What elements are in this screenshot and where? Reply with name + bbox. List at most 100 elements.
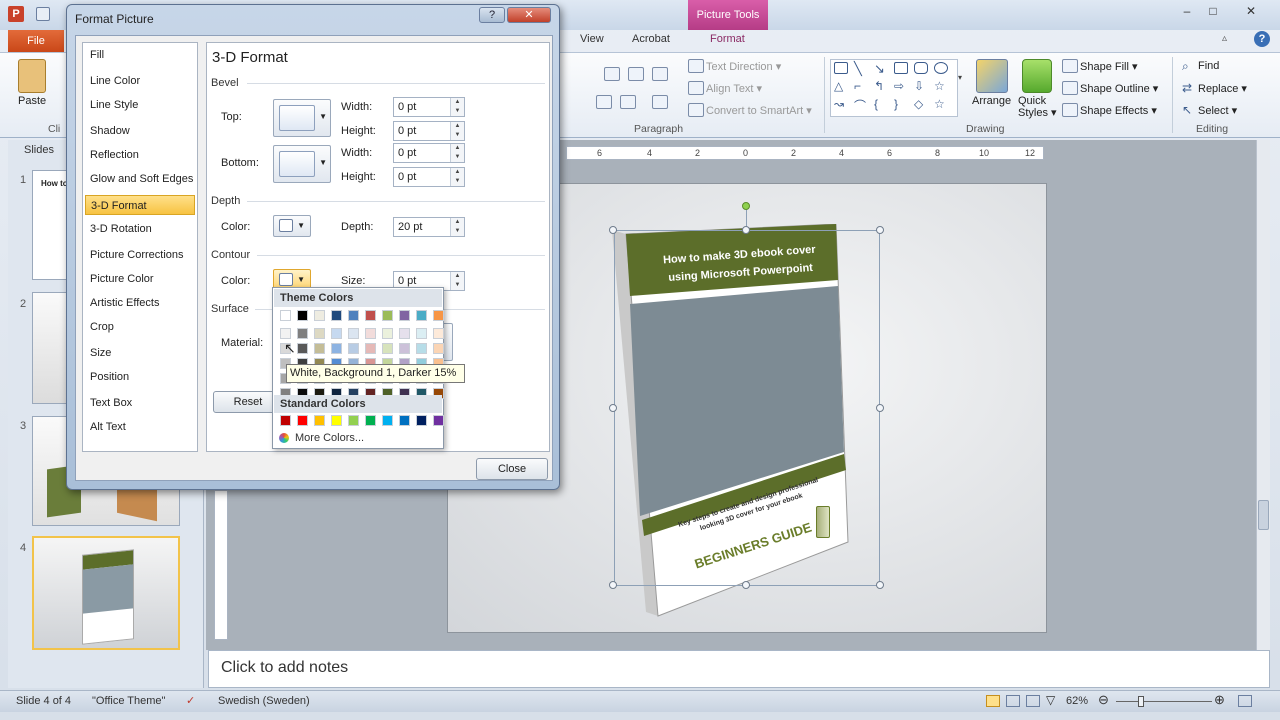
theme-shade-swatch[interactable] bbox=[416, 343, 427, 354]
callout-shape-icon[interactable]: ☆ bbox=[934, 97, 945, 111]
resize-handle-sw[interactable] bbox=[609, 581, 617, 589]
shape-outline-icon[interactable] bbox=[1062, 81, 1078, 95]
standard-color-swatch[interactable] bbox=[297, 415, 308, 426]
arrange-button[interactable]: Arrange bbox=[972, 95, 1011, 107]
standard-color-swatch[interactable] bbox=[280, 415, 291, 426]
numbering-icon[interactable] bbox=[652, 67, 668, 81]
more-colors-link[interactable]: More Colors... bbox=[295, 432, 364, 444]
standard-color-swatch[interactable] bbox=[314, 415, 325, 426]
vertical-scrollbar[interactable] bbox=[1256, 140, 1270, 650]
powerpoint-app-icon[interactable]: P bbox=[8, 6, 24, 22]
theme-shade-swatch[interactable] bbox=[297, 328, 308, 339]
theme-color-swatch[interactable] bbox=[297, 310, 308, 321]
spin-arrows-icon[interactable]: ▲ ▼ bbox=[450, 122, 464, 140]
zoom-level[interactable]: 62% bbox=[1066, 695, 1088, 707]
ribbon-minimize-icon[interactable]: ▵ bbox=[1222, 33, 1227, 44]
zoom-in-icon[interactable]: ⊕ bbox=[1214, 692, 1225, 708]
paste-icon[interactable] bbox=[18, 59, 46, 93]
bevel-top-height-input[interactable]: 0 pt ▲ ▼ bbox=[393, 121, 465, 141]
standard-color-swatch[interactable] bbox=[399, 415, 410, 426]
theme-shade-swatch[interactable] bbox=[331, 328, 342, 339]
nav-item-3d-format[interactable]: 3-D Format bbox=[85, 195, 195, 215]
help-button[interactable]: ? bbox=[479, 7, 505, 23]
nav-item-alt-text[interactable]: Alt Text bbox=[85, 417, 195, 437]
reading-view-icon[interactable] bbox=[1026, 695, 1040, 707]
nav-item-picture-color[interactable]: Picture Color bbox=[85, 269, 195, 289]
textbox-shape-icon[interactable] bbox=[834, 62, 848, 74]
brace-shape-icon[interactable]: { bbox=[874, 97, 878, 111]
theme-color-swatch[interactable] bbox=[331, 310, 342, 321]
resize-handle-se[interactable] bbox=[876, 581, 884, 589]
nav-item-glow-soft-edges[interactable]: Glow and Soft Edges bbox=[85, 169, 195, 189]
theme-shade-swatch[interactable] bbox=[348, 328, 359, 339]
bevel-bottom-dropdown[interactable]: ▼ bbox=[273, 145, 331, 183]
nav-item-crop[interactable]: Crop bbox=[85, 317, 195, 337]
theme-shade-swatch[interactable] bbox=[331, 343, 342, 354]
nav-item-shadow[interactable]: Shadow bbox=[85, 121, 195, 141]
zoom-out-icon[interactable]: ⊖ bbox=[1098, 692, 1109, 708]
theme-shade-swatch[interactable] bbox=[399, 343, 410, 354]
close-button[interactable]: Close bbox=[476, 458, 548, 480]
spin-arrows-icon[interactable]: ▲ ▼ bbox=[450, 218, 464, 236]
select-button[interactable]: Select ▾ bbox=[1198, 104, 1237, 117]
align-text-button[interactable]: Align Text ▾ bbox=[706, 82, 762, 95]
rectangle-shape-icon[interactable] bbox=[894, 62, 908, 74]
spin-arrows-icon[interactable]: ▲ ▼ bbox=[450, 98, 464, 116]
rounded-rect-shape-icon[interactable] bbox=[914, 62, 928, 74]
oval-shape-icon[interactable] bbox=[934, 62, 948, 74]
shape-effects-button[interactable]: Shape Effects ▾ bbox=[1080, 104, 1157, 117]
scrollbar-thumb[interactable] bbox=[1258, 500, 1269, 530]
smartart-icon[interactable] bbox=[688, 103, 704, 117]
standard-color-swatch[interactable] bbox=[382, 415, 393, 426]
shape-effects-icon[interactable] bbox=[1062, 103, 1078, 117]
align-left-icon[interactable] bbox=[596, 95, 612, 109]
theme-shade-swatch[interactable] bbox=[433, 328, 444, 339]
replace-button[interactable]: Replace ▾ bbox=[1198, 82, 1247, 95]
theme-color-swatch[interactable] bbox=[280, 310, 291, 321]
theme-color-swatch[interactable] bbox=[348, 310, 359, 321]
slide-sorter-icon[interactable] bbox=[1006, 695, 1020, 707]
standard-color-swatch[interactable] bbox=[416, 415, 427, 426]
standard-color-swatch[interactable] bbox=[365, 415, 376, 426]
tab-file[interactable]: File bbox=[8, 30, 64, 52]
bevel-bottom-width-input[interactable]: 0 pt ▲ ▼ bbox=[393, 143, 465, 163]
columns-icon[interactable] bbox=[604, 67, 620, 81]
bevel-top-width-input[interactable]: 0 pt ▲ ▼ bbox=[393, 97, 465, 117]
theme-shade-swatch[interactable] bbox=[433, 343, 444, 354]
gallery-more-icon[interactable]: ▾ bbox=[958, 73, 962, 82]
slides-panel-header[interactable]: Slides bbox=[24, 144, 54, 156]
arrange-icon[interactable] bbox=[976, 59, 1008, 93]
tab-acrobat[interactable]: Acrobat bbox=[632, 33, 670, 45]
bevel-bottom-height-input[interactable]: 0 pt ▲ ▼ bbox=[393, 167, 465, 187]
text-direction-icon[interactable] bbox=[688, 59, 704, 73]
theme-shade-swatch[interactable] bbox=[399, 328, 410, 339]
language-indicator[interactable]: Swedish (Sweden) bbox=[218, 695, 310, 707]
theme-color-swatch[interactable] bbox=[382, 310, 393, 321]
help-icon[interactable]: ? bbox=[1254, 31, 1270, 47]
theme-name[interactable]: "Office Theme" bbox=[92, 695, 165, 707]
spin-arrows-icon[interactable]: ▲ ▼ bbox=[450, 168, 464, 186]
zoom-slider[interactable] bbox=[1116, 701, 1212, 702]
find-icon[interactable]: ⌕ bbox=[1182, 59, 1189, 74]
tab-format[interactable]: Format bbox=[710, 33, 745, 45]
nav-item-line-color[interactable]: Line Color bbox=[85, 71, 195, 91]
spin-arrows-icon[interactable]: ▲ ▼ bbox=[450, 272, 464, 290]
align-text-icon[interactable] bbox=[688, 81, 704, 95]
close-dialog-x-button[interactable]: ✕ bbox=[507, 7, 551, 23]
nav-item-3d-rotation[interactable]: 3-D Rotation bbox=[85, 219, 195, 239]
maximize-button[interactable]: □ bbox=[1200, 2, 1226, 20]
justify-icon[interactable] bbox=[652, 95, 668, 109]
theme-color-swatch[interactable] bbox=[314, 310, 325, 321]
theme-color-swatch[interactable] bbox=[416, 310, 427, 321]
theme-shade-swatch[interactable] bbox=[280, 328, 291, 339]
resize-handle-n[interactable] bbox=[742, 226, 750, 234]
save-icon[interactable] bbox=[36, 7, 50, 21]
slideshow-icon[interactable]: ▽ bbox=[1046, 693, 1055, 707]
depth-input[interactable]: 20 pt ▲ ▼ bbox=[393, 217, 465, 237]
theme-color-swatch[interactable] bbox=[399, 310, 410, 321]
normal-view-icon[interactable] bbox=[986, 695, 1000, 707]
resize-handle-e[interactable] bbox=[876, 404, 884, 412]
nav-item-line-style[interactable]: Line Style bbox=[85, 95, 195, 115]
arrow-shape-icon[interactable]: ↘ bbox=[874, 61, 885, 77]
theme-shade-swatch[interactable] bbox=[365, 328, 376, 339]
